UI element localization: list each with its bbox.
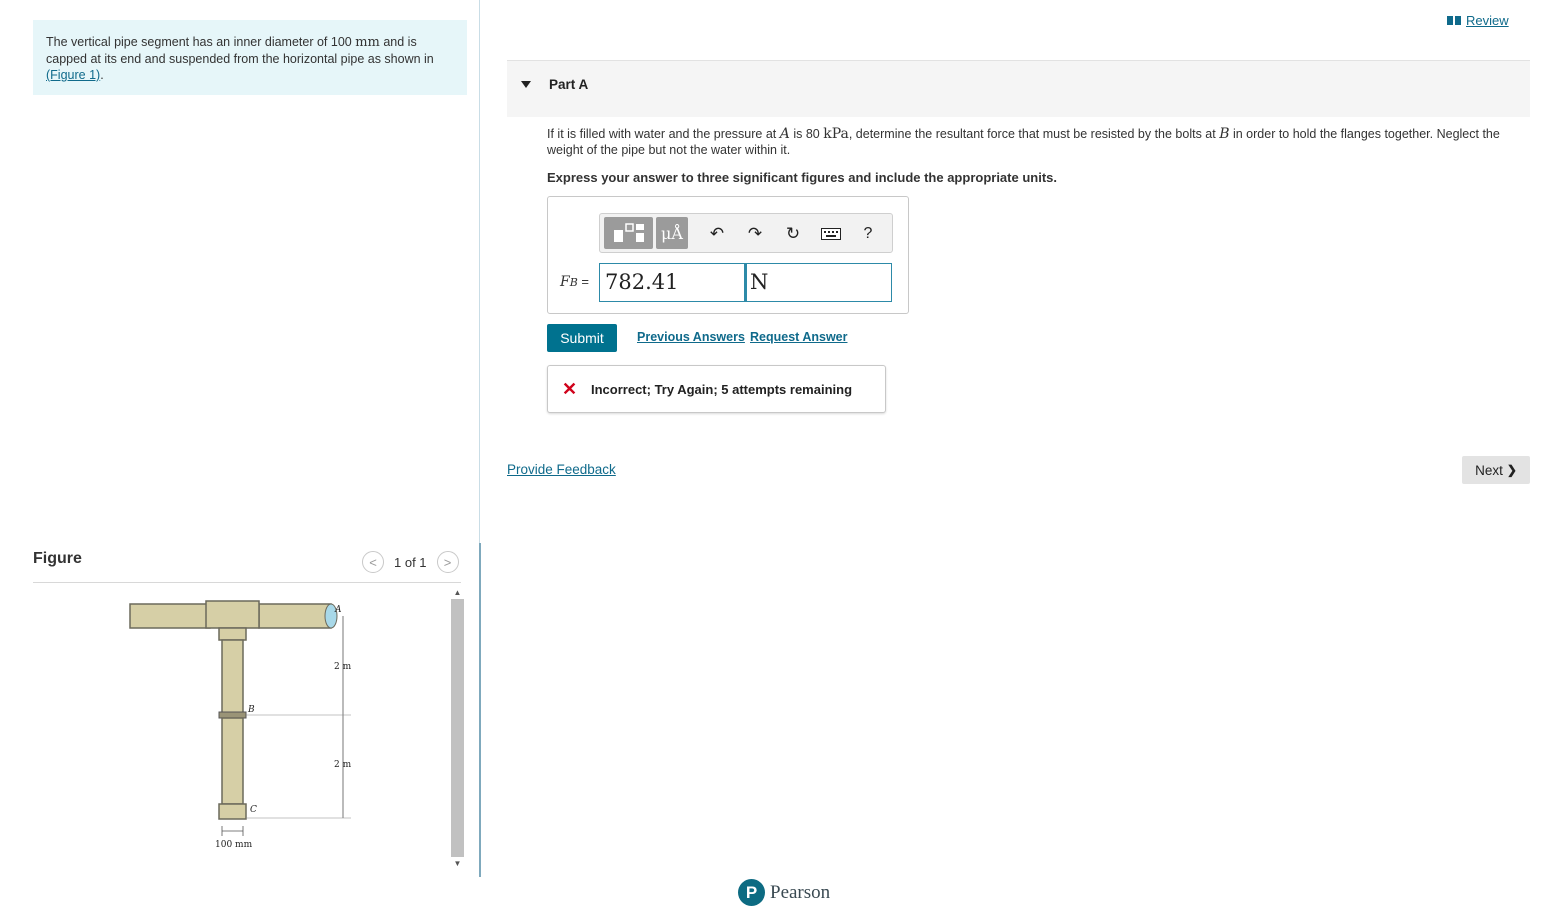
review-label: Review <box>1466 13 1509 28</box>
math-toolbar: μÅ ↶ ↷ ↻ ? <box>599 213 893 253</box>
scroll-up-arrow-icon[interactable]: ▲ <box>451 586 464 599</box>
chevron-right-icon: > <box>443 554 452 570</box>
horizontal-pipe-left <box>129 603 211 629</box>
problem-statement: The vertical pipe segment has an inner d… <box>33 20 467 95</box>
collapse-triangle-icon[interactable] <box>521 81 531 88</box>
error-x-icon: ✕ <box>562 379 578 399</box>
tee-fitting <box>205 600 260 629</box>
question-text: If it is filled with water and the press… <box>547 126 1527 158</box>
vertical-pipe-lower <box>221 717 244 805</box>
column-divider-accent <box>479 543 481 877</box>
figure-pager: < 1 of 1 > <box>362 551 459 573</box>
keyboard-icon[interactable] <box>817 220 845 248</box>
submit-button[interactable]: Submit <box>547 324 617 352</box>
question-segment: If it is filled with water and the press… <box>547 127 780 141</box>
review-link[interactable]: Review <box>1447 13 1509 28</box>
previous-answers-link[interactable]: Previous Answers <box>637 330 745 344</box>
figure-link[interactable]: (Figure 1) <box>46 68 100 82</box>
part-title: Part A <box>549 77 589 92</box>
question-var-b: B <box>1219 126 1230 142</box>
feedback-message: ✕ Incorrect; Try Again; 5 attempts remai… <box>547 365 886 413</box>
symbols-button[interactable]: μÅ <box>656 217 688 249</box>
undo-icon[interactable]: ↶ <box>703 220 731 248</box>
help-button[interactable]: ? <box>854 220 882 248</box>
end-cap-c <box>218 803 247 820</box>
feedback-text: Incorrect; Try Again; 5 attempts remaini… <box>591 382 853 397</box>
templates-button[interactable] <box>604 217 653 249</box>
answer-value-input[interactable]: 782.41 <box>599 263 745 302</box>
equals-sign: = <box>577 274 590 289</box>
question-segment: , determine the resultant force that mus… <box>848 127 1220 141</box>
pearson-p-icon: P <box>738 879 765 906</box>
flange-b <box>218 711 247 719</box>
figure-counter: 1 of 1 <box>394 554 427 570</box>
problem-text-end: . <box>100 68 104 82</box>
label-diameter: 100 mm <box>215 840 253 850</box>
question-segment: is 80 <box>789 127 824 141</box>
chevron-right-icon: ❯ <box>1506 463 1517 477</box>
label-lower-length: 2 m <box>334 760 352 770</box>
templates-icon <box>613 223 644 242</box>
question-unit: kPa <box>823 126 849 142</box>
figure-prev-button[interactable]: < <box>362 551 384 573</box>
part-a-header[interactable]: Part A <box>507 60 1530 117</box>
question-var-a: A <box>779 126 790 142</box>
vertical-pipe-upper <box>221 639 244 714</box>
book-icon <box>1447 15 1462 26</box>
label-upper-length: 2 m <box>334 662 352 672</box>
problem-text: The vertical pipe segment has an inner d… <box>46 35 356 49</box>
answer-variable-label: FB = <box>560 274 589 290</box>
chevron-left-icon: < <box>369 554 377 570</box>
redo-icon[interactable]: ↷ <box>741 220 769 248</box>
pearson-wordmark: Pearson <box>770 881 831 903</box>
next-label: Next <box>1475 462 1503 478</box>
label-c: C <box>250 805 257 815</box>
pipe-figure: A B C 2 m 2 m 100 mm <box>129 600 352 850</box>
pearson-logo: P Pearson <box>738 879 830 906</box>
figure-scrollbar[interactable]: ▲ ▼ <box>451 586 464 870</box>
scroll-down-arrow-icon[interactable]: ▼ <box>451 857 464 870</box>
variable-subscript: B <box>569 276 578 289</box>
next-button[interactable]: Next ❯ <box>1462 456 1530 484</box>
figure-next-button[interactable]: > <box>436 551 459 573</box>
answer-unit-input[interactable]: N <box>745 263 892 302</box>
answer-box: μÅ ↶ ↷ ↻ ? FB = 782.41 N <box>547 196 909 314</box>
horizontal-pipe-right <box>258 603 332 629</box>
tee-collar <box>218 627 247 641</box>
scrollbar-thumb[interactable] <box>451 599 464 857</box>
request-answer-link[interactable]: Request Answer <box>750 330 847 344</box>
label-b: B <box>247 705 255 715</box>
reset-icon[interactable]: ↻ <box>779 220 807 248</box>
problem-unit: mm <box>355 35 380 50</box>
provide-feedback-link[interactable]: Provide Feedback <box>507 462 616 477</box>
figure-title: Figure <box>33 550 82 567</box>
label-a: A <box>334 605 342 615</box>
variable-symbol: F <box>560 274 570 290</box>
answer-instruction: Express your answer to three significant… <box>547 170 1057 185</box>
